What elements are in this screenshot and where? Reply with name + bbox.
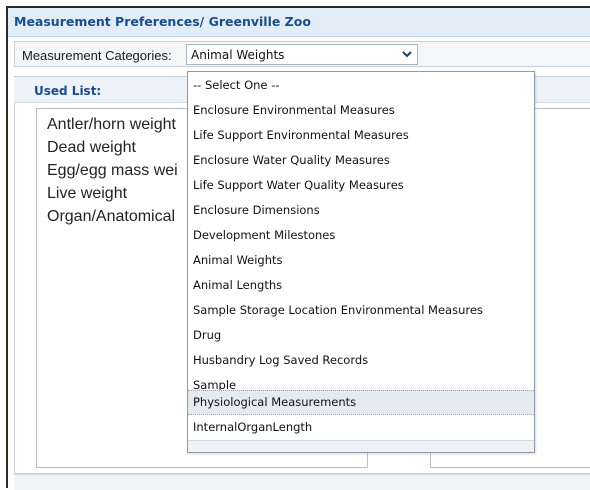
- dropdown-option[interactable]: Husbandry Log Saved Records: [188, 348, 534, 373]
- title-bar: Measurement Preferences/ Greenville Zoo: [8, 8, 590, 37]
- dropdown-option[interactable]: Animal Weights: [188, 248, 534, 273]
- dropdown-option[interactable]: Enclosure Water Quality Measures: [188, 148, 534, 173]
- dropdown-option[interactable]: Life Support Water Quality Measures: [188, 173, 534, 198]
- chevron-down-icon[interactable]: [399, 47, 415, 62]
- list-item[interactable]: Organ/Anatomical: [47, 208, 175, 226]
- list-item[interactable]: Dead weight: [47, 139, 136, 157]
- list-item[interactable]: Live weight: [47, 185, 127, 203]
- dropdown-option-highlighted[interactable]: Physiological Measurements: [188, 390, 534, 415]
- resize-grip-icon[interactable]: [523, 443, 531, 452]
- bottom-bar: [14, 474, 590, 490]
- category-label: Measurement Categories:: [22, 48, 172, 63]
- dropdown-option[interactable]: -- Select One --: [188, 73, 534, 98]
- dropdown-option[interactable]: Animal Lengths: [188, 273, 534, 298]
- dropdown-option[interactable]: Sample Storage Location Environmental Me…: [188, 298, 534, 323]
- dropdown-option[interactable]: Enclosure Environmental Measures: [188, 98, 534, 123]
- list-item[interactable]: Egg/egg mass wei: [47, 162, 178, 180]
- used-list-label: Used List:: [34, 84, 102, 98]
- dropdown-resize-bar[interactable]: [188, 440, 534, 452]
- dropdown-option[interactable]: Life Support Environmental Measures: [188, 123, 534, 148]
- page-title: Measurement Preferences/ Greenville Zoo: [14, 14, 311, 29]
- select-value: Animal Weights: [191, 48, 285, 62]
- dropdown-option[interactable]: Enclosure Dimensions: [188, 198, 534, 223]
- dropdown-option[interactable]: Development Milestones: [188, 223, 534, 248]
- dropdown-option[interactable]: Drug: [188, 323, 534, 348]
- list-item[interactable]: Antler/horn weight: [47, 116, 176, 134]
- category-dropdown-list[interactable]: -- Select One -- Enclosure Environmental…: [187, 71, 535, 453]
- measurement-category-select[interactable]: Animal Weights: [186, 44, 418, 65]
- dropdown-option[interactable]: InternalOrganLength: [188, 415, 534, 440]
